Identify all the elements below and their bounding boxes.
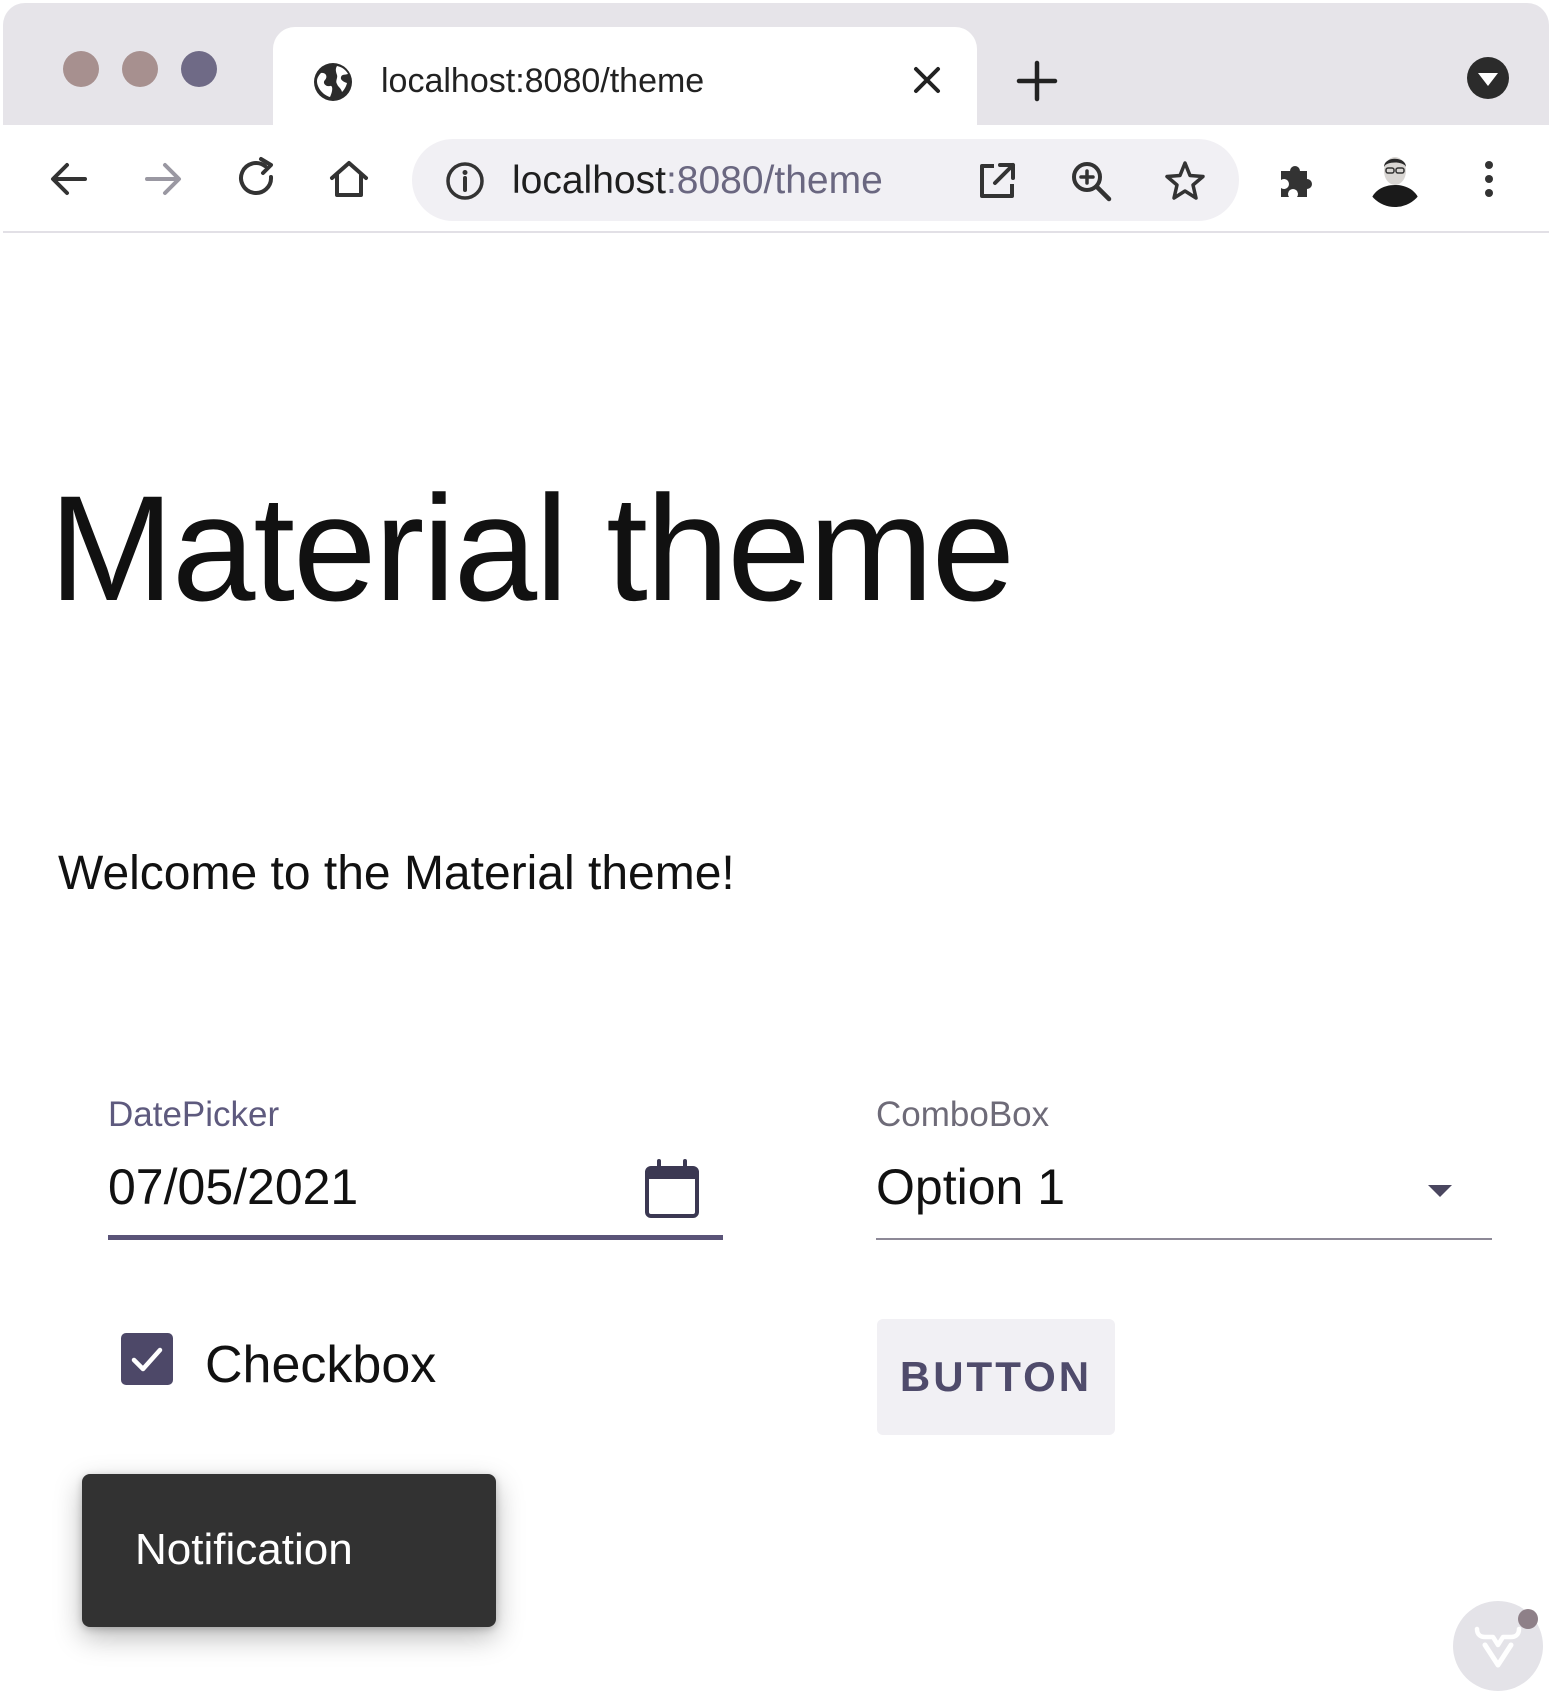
forward-arrow-icon[interactable] xyxy=(139,155,187,203)
tab-search-icon[interactable] xyxy=(1465,55,1511,101)
reload-icon[interactable] xyxy=(233,155,281,203)
page-title: Material theme xyxy=(49,464,1015,632)
address-bar[interactable]: localhost:8080/theme xyxy=(412,139,1239,221)
datepicker-input[interactable]: 07/05/2021 xyxy=(108,1155,358,1219)
open-in-new-icon[interactable] xyxy=(974,158,1020,204)
info-icon[interactable] xyxy=(444,160,486,202)
extensions-puzzle-icon[interactable] xyxy=(1273,155,1321,203)
datepicker-label: DatePicker xyxy=(108,1095,280,1134)
vaadin-logo-icon xyxy=(1474,1626,1522,1668)
checkmark-icon xyxy=(131,1347,163,1372)
back-arrow-icon[interactable] xyxy=(45,155,93,203)
window-maximize-button[interactable] xyxy=(181,51,217,87)
status-dot xyxy=(1518,1609,1538,1629)
star-icon[interactable] xyxy=(1162,158,1208,204)
home-icon[interactable] xyxy=(325,155,373,203)
datepicker-underline xyxy=(108,1235,723,1240)
window-minimize-button[interactable] xyxy=(122,51,158,87)
close-icon[interactable] xyxy=(907,60,947,100)
dev-tools-button[interactable] xyxy=(1453,1601,1543,1691)
calendar-icon[interactable] xyxy=(643,1158,701,1220)
browser-toolbar: localhost:8080/theme xyxy=(3,125,1549,233)
checkbox-label[interactable]: Checkbox xyxy=(205,1333,436,1397)
browser-tab[interactable]: localhost:8080/theme xyxy=(273,27,977,125)
notification-toast: Notification xyxy=(82,1474,496,1627)
new-tab-icon[interactable] xyxy=(1013,57,1061,105)
tab-title: localhost:8080/theme xyxy=(381,62,705,100)
globe-icon xyxy=(314,63,352,101)
browser-window: localhost:8080/theme localhost:8080/them… xyxy=(3,3,1549,1691)
material-button[interactable]: BUTTON xyxy=(877,1319,1115,1435)
combobox-input[interactable]: Option 1 xyxy=(876,1155,1065,1219)
tab-strip: localhost:8080/theme xyxy=(3,3,1549,125)
checkbox[interactable] xyxy=(121,1333,173,1385)
url-text[interactable]: localhost:8080/theme xyxy=(512,157,883,205)
combobox-label: ComboBox xyxy=(876,1095,1050,1134)
more-menu-icon[interactable] xyxy=(1465,155,1513,203)
welcome-text: Welcome to the Material theme! xyxy=(58,847,735,900)
dropdown-arrow-icon[interactable] xyxy=(1423,1181,1457,1201)
profile-avatar[interactable] xyxy=(1365,147,1425,207)
window-close-button[interactable] xyxy=(63,51,99,87)
combobox-underline xyxy=(876,1238,1492,1240)
notification-text: Notification xyxy=(135,1525,353,1574)
zoom-in-icon[interactable] xyxy=(1068,158,1114,204)
